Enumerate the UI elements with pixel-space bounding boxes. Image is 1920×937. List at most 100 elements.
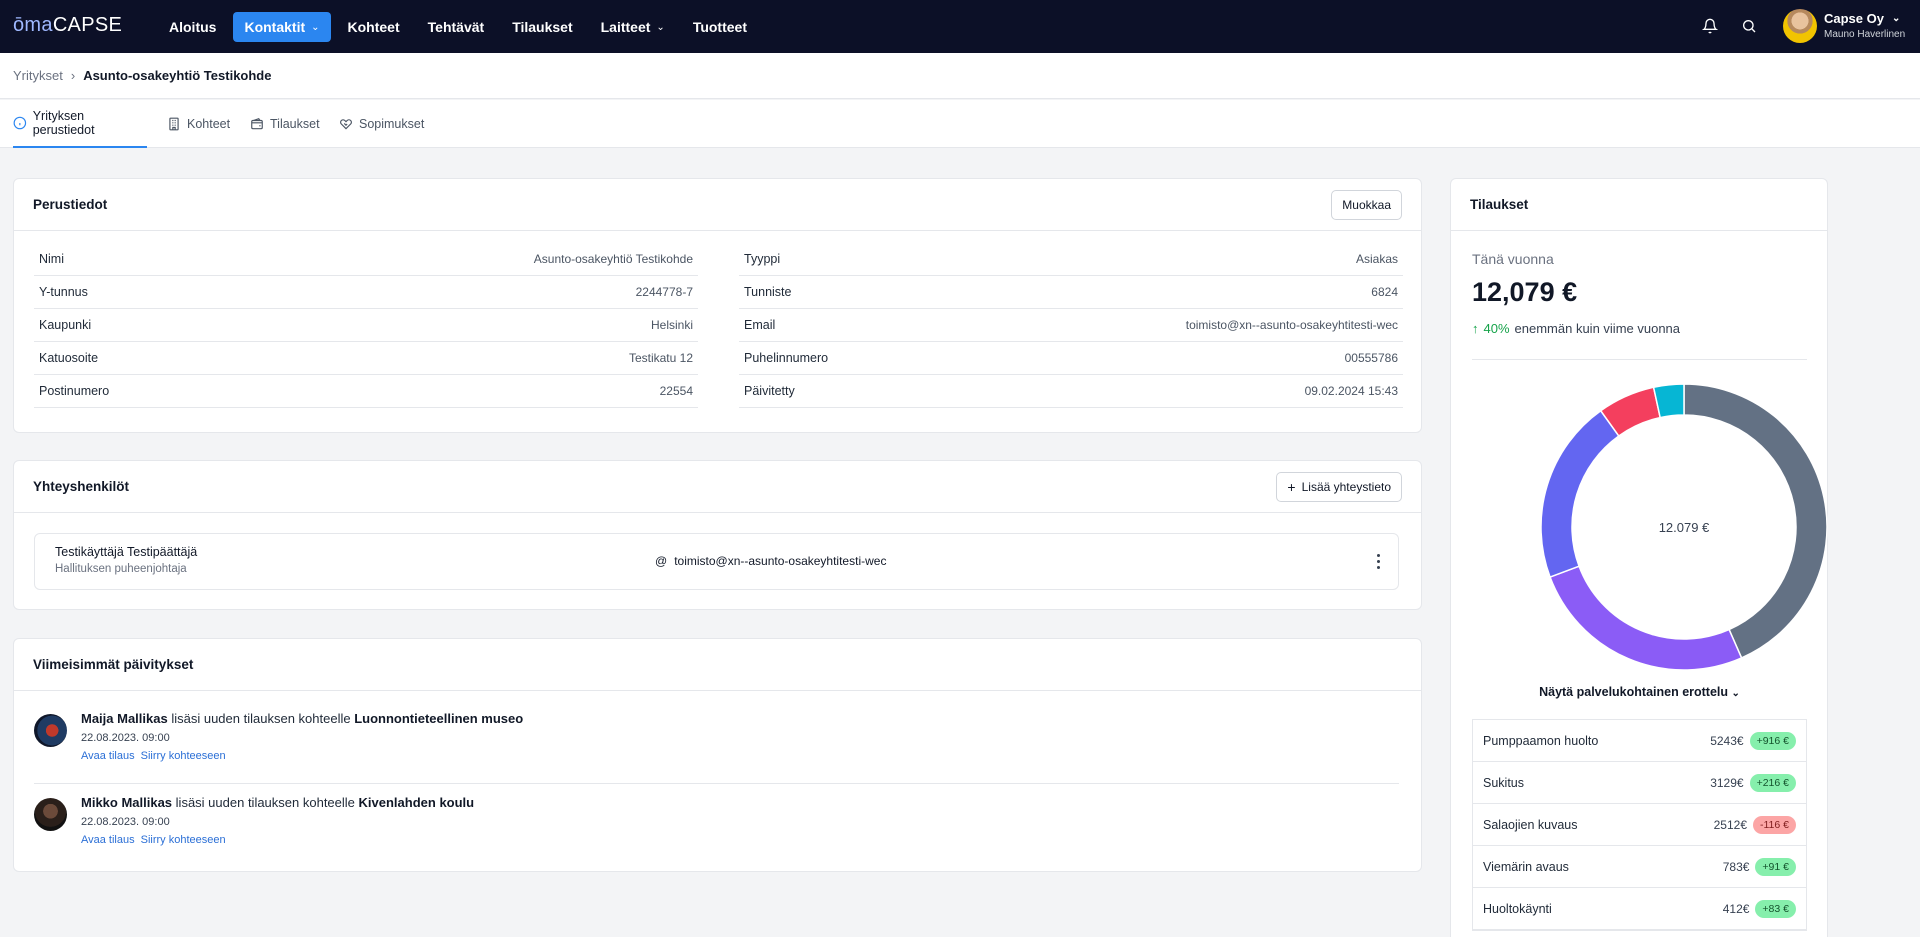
nav-item-tilaukset[interactable]: Tilaukset	[501, 12, 583, 42]
tab-kohteet[interactable]: Kohteet	[167, 100, 230, 148]
contact-name: Testikäyttäjä Testipäättäjä	[55, 545, 198, 559]
top-navigation: ōma CAPSE Aloitus Kontaktit ⌄ Kohteet Teht…	[0, 0, 1920, 53]
user-menu[interactable]: Capse Oy ⌄ Mauno Haverlinen	[1824, 11, 1905, 40]
breadcrumb: Yritykset › Asunto-osakeyhtiö Testikohde	[13, 68, 271, 83]
service-row: Viemärin avaus 783€ +91 €	[1473, 846, 1806, 888]
go-to-property-link[interactable]: Siirry kohteeseen	[141, 750, 226, 762]
service-values: 3129€ +216 €	[1710, 773, 1796, 792]
nav-item-laitteet[interactable]: Laitteet ⌄	[590, 12, 676, 42]
update-time: 22.08.2023. 09:00	[81, 732, 170, 744]
user-name: Mauno Haverlinen	[1824, 29, 1906, 40]
bell-icon[interactable]	[1700, 16, 1720, 36]
contacts-card: Yhteyshenkilöt + Lisää yhteystieto Testik…	[13, 460, 1422, 610]
search-icon[interactable]	[1739, 16, 1759, 36]
service-row: Huoltokäynti 412€ +83 €	[1473, 888, 1806, 930]
edit-button[interactable]: Muokkaa	[1331, 189, 1402, 220]
tab-sopimukset[interactable]: Sopimukset	[339, 100, 424, 148]
contact-item[interactable]: Testikäyttäjä Testipäättäjä Hallituksen …	[34, 533, 1399, 590]
growth-text: enemmän kuin viime vuonna	[1514, 321, 1681, 336]
open-order-link[interactable]: Avaa tilaus	[81, 834, 135, 846]
info-value: 22554	[659, 384, 693, 398]
chevron-down-icon: ⌄	[311, 21, 320, 33]
tab-tilaukset[interactable]: Tilaukset	[250, 100, 320, 148]
user-avatar[interactable]	[1783, 9, 1817, 43]
nav-item-tehtavat[interactable]: Tehtävät	[417, 12, 496, 42]
info-label: Y-tunnus	[39, 285, 88, 299]
update-action: lisäsi uuden tilauksen kohteelle	[175, 795, 355, 810]
nav-item-label: Kohteet	[347, 19, 400, 35]
donut-slice-1[interactable]	[1683, 383, 1828, 659]
info-row: Katuosoite Testikatu 12	[34, 342, 698, 375]
go-to-property-link[interactable]: Siirry kohteeseen	[141, 834, 226, 846]
donut-slice-2[interactable]	[1549, 565, 1743, 671]
add-contact-button[interactable]: + Lisää yhteystieto	[1276, 471, 1402, 502]
update-links: Avaa tilaus Siirry kohteeseen	[81, 834, 226, 846]
tab-perustiedot[interactable]: Yrityksen perustiedot	[13, 100, 147, 148]
update-item: Mikko Mallikas lisäsi uuden tilauksen ko…	[34, 795, 1399, 855]
arrow-up-icon: ↑	[1472, 321, 1479, 336]
nav-item-aloitus[interactable]: Aloitus	[158, 12, 227, 42]
more-options-icon[interactable]	[1370, 550, 1386, 572]
service-amount: 5243€	[1710, 733, 1744, 748]
tab-label: Kohteet	[187, 117, 231, 131]
contact-email[interactable]: @ toimisto@xn--asunto-osakeyhtitesti-wec	[655, 554, 886, 568]
service-list: Pumppaamon huolto 5243€ +916 € Sukitus 3129€…	[1472, 719, 1807, 931]
card-header: Yhteyshenkilöt + Lisää yhteystieto	[14, 461, 1421, 513]
nav-item-kontaktit[interactable]: Kontaktit ⌄	[233, 12, 331, 42]
nav-item-label: Tuotteet	[692, 19, 747, 35]
info-label: Katuosoite	[39, 351, 99, 365]
service-values: 5243€ +916 €	[1710, 731, 1796, 750]
update-links: Avaa tilaus Siirry kohteeseen	[81, 750, 226, 762]
logo-capse: CAPSE	[52, 14, 123, 36]
update-text: Maija Mallikas lisäsi uuden tilauksen ko…	[81, 711, 523, 726]
info-value: 6824	[1371, 285, 1398, 299]
main-menu: Aloitus Kontaktit ⌄ Kohteet Tehtävät Tila…	[158, 12, 758, 42]
at-icon: @	[655, 554, 668, 568]
orders-card: Tilaukset Tänä vuonna 12,079 € ↑ 40% ene…	[1450, 178, 1828, 937]
toggle-label: Näytä palvelukohtainen erottelu	[1539, 685, 1729, 699]
update-target: Kivenlahden koulu	[358, 795, 475, 810]
nav-item-kohteet[interactable]: Kohteet	[337, 12, 411, 42]
service-name: Pumppaamon huolto	[1483, 733, 1599, 748]
orders-total: 12,079 €	[1472, 277, 1578, 307]
card-title: Perustiedot	[33, 197, 108, 212]
card-header: Tilaukset	[1451, 179, 1827, 231]
update-user: Maija Mallikas	[81, 711, 168, 726]
donut-slice-3[interactable]	[1540, 409, 1620, 579]
service-values: 412€ +83 €	[1722, 899, 1796, 918]
update-user: Mikko Mallikas	[81, 795, 173, 810]
nav-item-tuotteet[interactable]: Tuotteet	[682, 12, 758, 42]
avatar	[34, 714, 67, 747]
info-value: 2244778-7	[635, 285, 693, 299]
breadcrumb-separator: ›	[70, 68, 76, 83]
plus-icon: +	[1287, 478, 1296, 495]
growth-percent: 40%	[1483, 321, 1510, 336]
tab-label: Yrityksen perustiedot	[32, 109, 95, 137]
info-label: Tyyppi	[744, 252, 781, 266]
divider	[1472, 359, 1807, 360]
service-amount: 3129€	[1710, 775, 1744, 790]
info-row: Tyyppi Asiakas	[739, 243, 1403, 276]
open-order-link[interactable]: Avaa tilaus	[81, 750, 135, 762]
breadcrumb-parent[interactable]: Yritykset	[13, 68, 63, 83]
updates-card: Viimeisimmät päivitykset Maija Mallikas …	[13, 638, 1422, 872]
update-target: Luonnontieteellinen museo	[354, 711, 524, 726]
info-label: Kaupunki	[39, 318, 92, 332]
info-value[interactable]: toimisto@xn--asunto-osakeyhtitesti-wec	[1186, 318, 1398, 332]
update-item: Maija Mallikas lisäsi uuden tilauksen ko…	[34, 711, 1399, 771]
service-row: Sukitus 3129€ +216 €	[1473, 762, 1806, 804]
handshake-icon	[340, 119, 352, 130]
card-header: Viimeisimmät päivitykset	[14, 639, 1421, 691]
info-value: 09.02.2024 15:43	[1304, 384, 1398, 398]
update-time: 22.08.2023. 09:00	[81, 816, 170, 828]
growth-indicator: ↑ 40% enemmän kuin viime vuonna	[1472, 321, 1680, 336]
info-row: Tunniste 6824	[739, 276, 1403, 309]
info-value: 00555786	[1344, 351, 1398, 365]
app-logo[interactable]: ōma CAPSE	[13, 14, 122, 37]
logo-oma: ōma	[13, 14, 53, 36]
service-amount: 412€	[1722, 901, 1750, 916]
nav-item-label: Tehtävät	[427, 19, 485, 35]
breadcrumb-current: Asunto-osakeyhtiö Testikohde	[83, 68, 272, 83]
service-breakdown-toggle[interactable]: Näytä palvelukohtainen erottelu ⌄	[1451, 685, 1828, 699]
service-name: Salaojien kuvaus	[1483, 817, 1578, 832]
